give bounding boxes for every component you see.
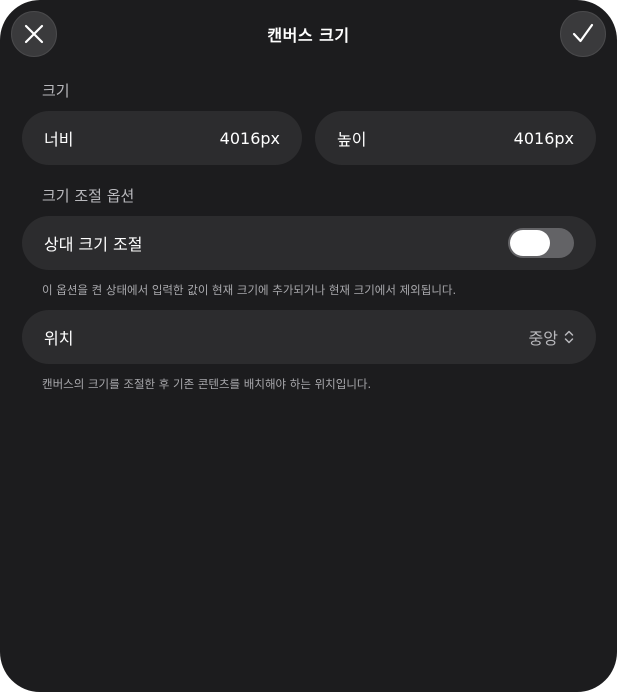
size-section-label: 크기 [42, 82, 70, 100]
height-label: 높이 [337, 130, 367, 149]
resize-options-label: 크기 조절 옵션 [42, 187, 135, 205]
anchor-select[interactable]: 중앙 [529, 325, 574, 349]
relative-resize-label: 상대 크기 조절 [44, 235, 143, 254]
anchor-label: 위치 [44, 329, 74, 348]
width-value[interactable]: 4016px [220, 129, 280, 148]
page-title: 캔버스 크기 [267, 26, 350, 45]
height-value[interactable]: 4016px [514, 129, 574, 148]
toggle-knob [510, 230, 550, 256]
confirm-button[interactable] [560, 11, 606, 57]
anchor-note: 캔버스의 크기를 조절한 후 기존 콘텐츠를 배치해야 하는 위치입니다. [42, 377, 372, 391]
width-field[interactable]: 너비 4016px [22, 111, 302, 165]
relative-resize-row: 상대 크기 조절 [22, 216, 596, 270]
width-label: 너비 [44, 130, 74, 149]
anchor-value: 중앙 [528, 329, 558, 348]
chevron-updown-icon [564, 330, 574, 344]
anchor-row[interactable]: 위치 중앙 [22, 310, 596, 364]
relative-resize-note: 이 옵션을 켠 상태에서 입력한 값이 현재 크기에 추가되거나 현재 크기에서… [42, 283, 457, 297]
relative-resize-toggle[interactable] [508, 228, 574, 258]
canvas-size-sheet: 캔버스 크기 크기 너비 4016px 높이 4016px 크기 조절 옵션 상… [0, 0, 617, 692]
checkmark-icon [572, 23, 594, 43]
height-field[interactable]: 높이 4016px [315, 111, 596, 165]
